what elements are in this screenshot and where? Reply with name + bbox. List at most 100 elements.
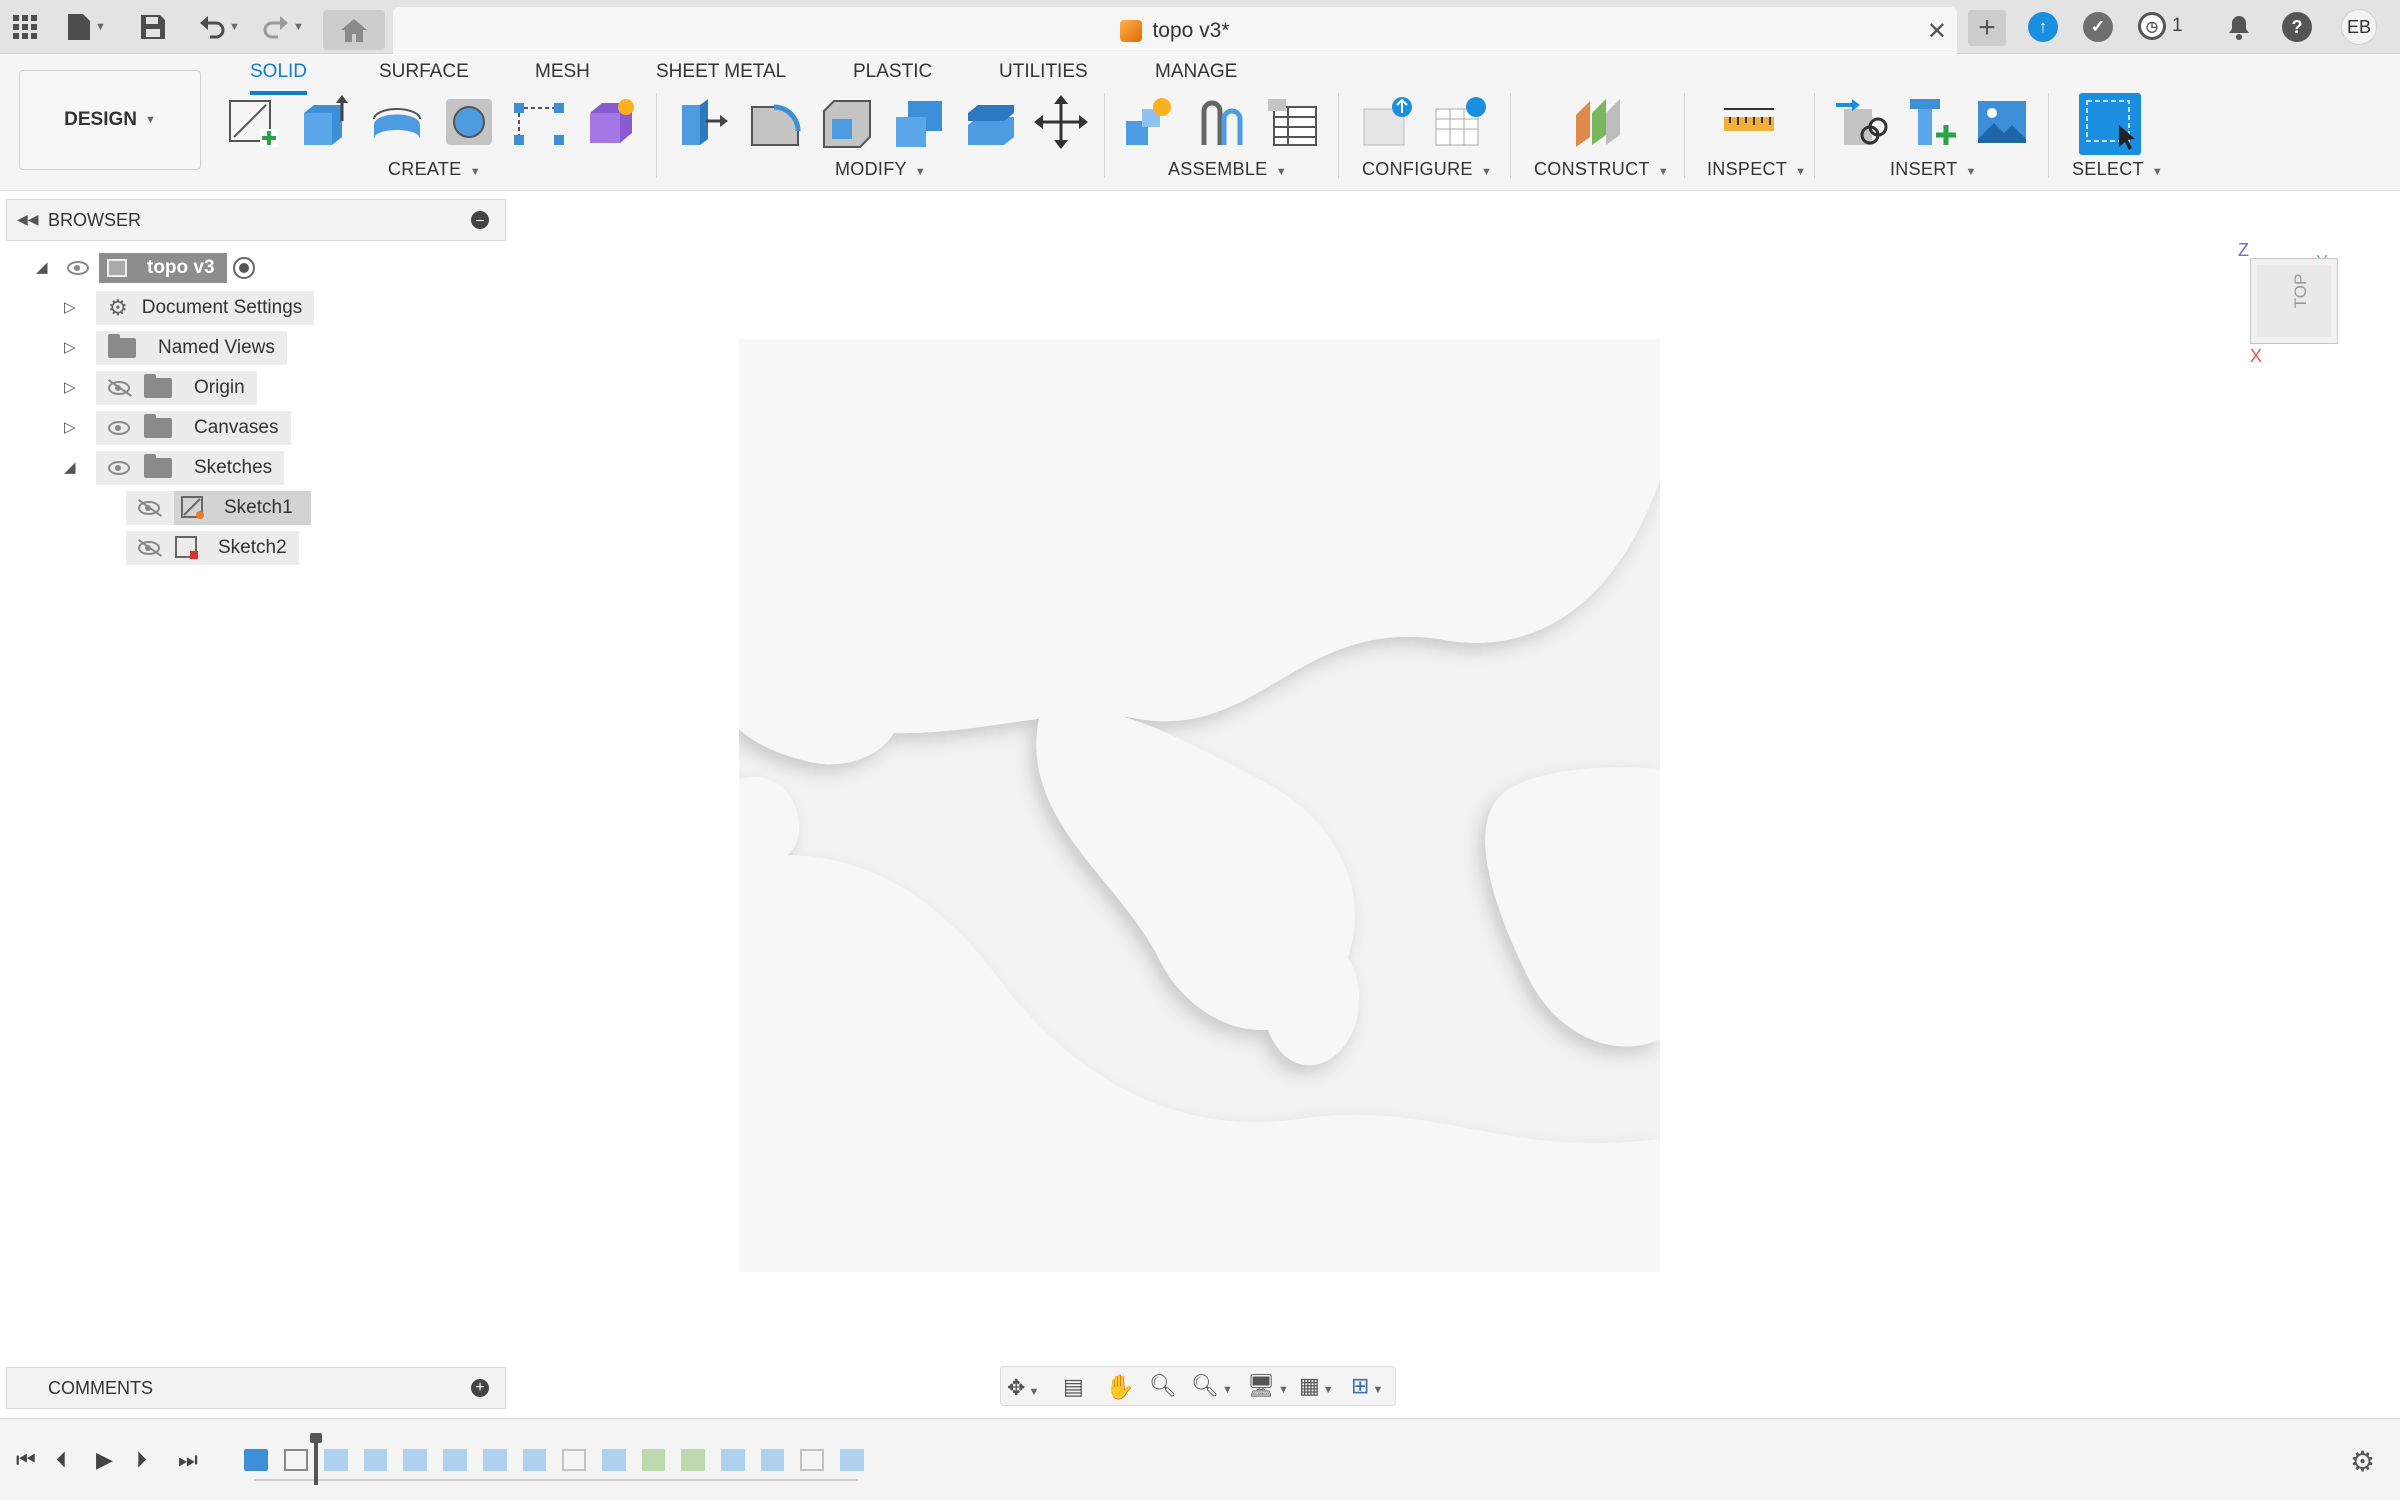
pattern-icon[interactable] <box>512 95 566 149</box>
timeline-feature-icon[interactable] <box>522 1449 547 1471</box>
create-form-icon[interactable] <box>584 95 638 149</box>
look-at-icon[interactable]: ▤ <box>1063 1374 1084 1400</box>
revolve-icon[interactable] <box>370 95 424 149</box>
browser-item-named-views[interactable]: Named Views <box>96 331 287 365</box>
select-icon[interactable] <box>2079 93 2141 155</box>
pan-hand-icon[interactable]: ✋ <box>1105 1373 1135 1402</box>
tab-mesh[interactable]: MESH <box>535 61 590 91</box>
go-to-start-icon[interactable]: ⏮ <box>16 1447 36 1473</box>
browser-panel-header[interactable]: ◀◀ BROWSER – <box>6 199 506 241</box>
timeline-feature-icon[interactable] <box>760 1449 785 1471</box>
browser-root[interactable]: topo v3 <box>67 251 255 285</box>
assemble-menu[interactable]: ASSEMBLE ▼ <box>1168 159 1287 180</box>
construct-menu[interactable]: CONSTRUCT ▼ <box>1534 159 1669 180</box>
file-menu-icon[interactable]: ▼ <box>66 13 106 41</box>
help-icon[interactable]: ? <box>2282 12 2312 42</box>
new-component-icon[interactable] <box>1122 95 1176 149</box>
extrude-icon[interactable] <box>298 95 352 149</box>
user-avatar[interactable]: EB <box>2341 9 2377 45</box>
timeline-feature-icon[interactable] <box>324 1449 348 1471</box>
insert-canvas-icon[interactable] <box>1976 95 2030 149</box>
timeline-sketch-icon[interactable] <box>284 1449 308 1471</box>
browser-item-sketch2[interactable]: Sketch2 <box>126 531 299 565</box>
workspace-switcher[interactable]: DESIGN ▼ <box>19 70 201 170</box>
activate-radio-icon[interactable] <box>232 257 255 279</box>
browser-item-document-settings[interactable]: ⚙ Document Settings <box>96 291 315 325</box>
home-button[interactable] <box>323 10 385 50</box>
add-comment-icon[interactable]: + <box>471 1379 489 1397</box>
timeline-feature-icon[interactable] <box>443 1449 467 1471</box>
browser-item-sketches[interactable]: Sketches <box>96 451 285 485</box>
combine-icon[interactable] <box>892 95 946 149</box>
timeline-marker[interactable] <box>314 1439 318 1485</box>
tab-plastic[interactable]: PLASTIC <box>853 61 932 91</box>
modify-menu[interactable]: MODIFY ▼ <box>835 159 926 180</box>
orbit-icon[interactable]: ✥ ▼ <box>1007 1375 1039 1401</box>
display-settings-icon[interactable]: 🖥︎ ▼ <box>1247 1373 1289 1399</box>
timeline-marker-handle[interactable] <box>310 1433 322 1443</box>
create-sketch-icon[interactable] <box>226 95 280 149</box>
expand-root-icon[interactable]: ◢ <box>36 258 48 276</box>
tab-solid[interactable]: SOLID <box>250 61 308 95</box>
play-icon[interactable]: ▶ <box>96 1447 113 1473</box>
viewports-icon[interactable]: ⊞ ▼ <box>1351 1373 1383 1399</box>
inspect-menu[interactable]: INSPECT ▼ <box>1707 159 1806 180</box>
timeline-feature-icon[interactable] <box>800 1449 825 1471</box>
data-panel-upload-icon[interactable]: ↑ <box>2028 12 2058 42</box>
select-menu[interactable]: SELECT ▼ <box>2072 159 2163 180</box>
new-tab-button[interactable]: + <box>1968 10 2006 46</box>
document-tab[interactable]: topo v3* ✕ <box>393 7 1957 54</box>
tab-surface[interactable]: SURFACE <box>379 61 469 91</box>
extensions-icon[interactable]: ✓ <box>2083 12 2113 42</box>
view-cube-face[interactable]: TOP <box>2250 258 2338 344</box>
tab-sheet-metal[interactable]: SHEET METAL <box>656 61 786 91</box>
topographic-model[interactable] <box>739 339 1660 1272</box>
browser-item-canvases[interactable]: Canvases <box>96 411 291 445</box>
configuration-table-icon[interactable] <box>1434 95 1488 149</box>
measure-icon[interactable] <box>1722 95 1776 149</box>
timeline-feature-icon[interactable] <box>601 1449 626 1471</box>
tab-manage[interactable]: MANAGE <box>1155 61 1237 91</box>
press-pull-icon[interactable] <box>676 95 730 149</box>
expand-icon[interactable]: ▷ <box>64 418 76 436</box>
fillet-icon[interactable] <box>748 95 802 149</box>
notifications-bell-icon[interactable] <box>2226 13 2252 41</box>
redo-icon[interactable]: ▼ <box>262 13 304 41</box>
shell-icon[interactable] <box>820 95 874 149</box>
browser-item-sketch1[interactable]: Sketch1 <box>126 491 311 525</box>
joint-icon[interactable] <box>1194 95 1248 149</box>
collapse-panel-icon[interactable]: ◀◀ <box>17 211 39 228</box>
timeline-feature-icon[interactable] <box>641 1449 666 1471</box>
timeline-feature-icon[interactable] <box>482 1449 507 1471</box>
hidden-eye-icon[interactable] <box>138 501 160 515</box>
visibility-eye-icon[interactable] <box>108 421 130 435</box>
timeline-settings-gear-icon[interactable]: ⚙ <box>2350 1445 2375 1478</box>
step-forward-icon[interactable]: ⏵ <box>136 1447 147 1473</box>
timeline-feature-icon[interactable] <box>363 1449 388 1471</box>
timeline-feature-icon[interactable] <box>681 1449 706 1471</box>
browser-options-icon[interactable]: – <box>471 211 489 229</box>
zoom-icon[interactable]: 🔍︎ <box>1149 1373 1177 1399</box>
step-back-icon[interactable]: ⏴ <box>56 1447 67 1473</box>
expand-icon[interactable]: ▷ <box>64 298 76 316</box>
offset-face-icon[interactable] <box>964 95 1018 149</box>
timeline-feature-icon[interactable] <box>562 1449 586 1471</box>
comments-panel-header[interactable]: COMMENTS + <box>6 1367 506 1409</box>
insert-menu[interactable]: INSERT ▼ <box>1890 159 1977 180</box>
view-cube[interactable]: Z Y X TOP <box>2238 238 2338 368</box>
insert-derive-icon[interactable] <box>1834 95 1888 149</box>
hole-icon[interactable] <box>442 95 496 149</box>
configure-menu[interactable]: CONFIGURE ▼ <box>1362 159 1492 180</box>
visibility-eye-icon[interactable] <box>67 261 89 275</box>
move-copy-icon[interactable] <box>1034 95 1088 149</box>
tab-utilities[interactable]: UTILITIES <box>999 61 1088 91</box>
timeline-feature-icon[interactable] <box>403 1449 428 1471</box>
hidden-eye-icon[interactable] <box>138 541 160 555</box>
undo-icon[interactable]: ▼ <box>198 13 240 41</box>
create-menu[interactable]: CREATE ▼ <box>388 159 481 180</box>
close-tab-icon[interactable]: ✕ <box>1927 17 1947 46</box>
visibility-eye-icon[interactable] <box>108 461 130 475</box>
collapse-icon[interactable]: ◢ <box>64 458 76 476</box>
grid-settings-icon[interactable]: ▦ ▼ <box>1299 1373 1334 1399</box>
insert-mcmaster-icon[interactable] <box>1906 95 1960 149</box>
